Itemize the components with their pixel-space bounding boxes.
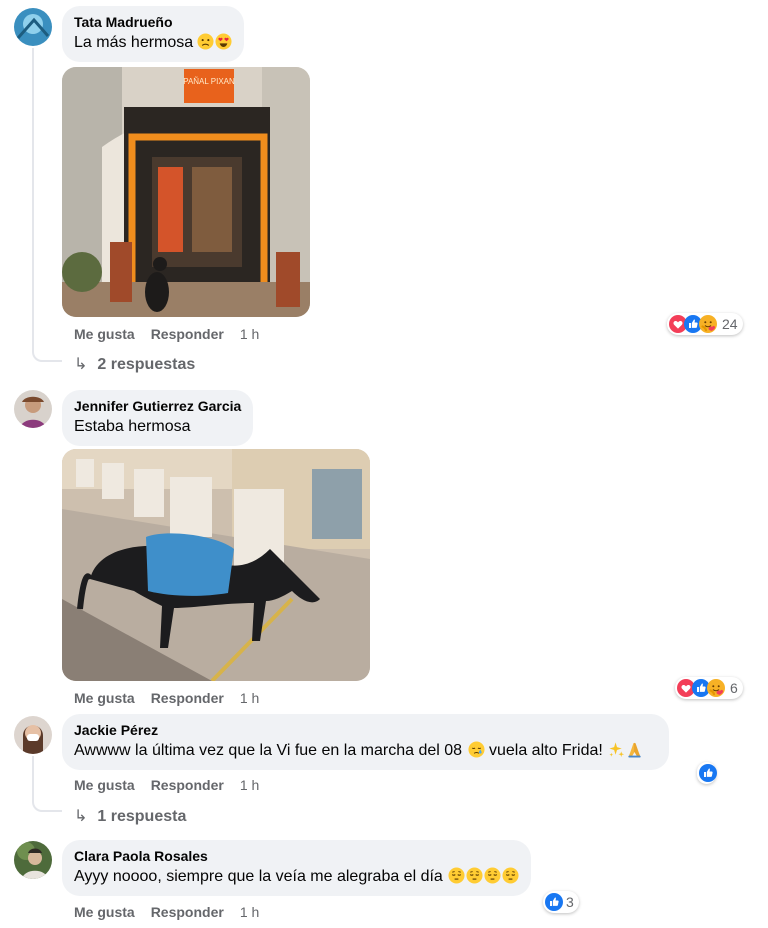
reply-link[interactable]: Responder xyxy=(151,904,224,920)
reaction-summary[interactable]: 24 xyxy=(667,313,743,335)
sign-text: PAÑAL PIXAN xyxy=(183,77,235,86)
like-reaction-icon xyxy=(545,893,563,911)
like-link[interactable]: Me gusta xyxy=(74,777,135,793)
comment-bubble: Jennifer Gutierrez Garcia Estaba hermosa xyxy=(62,390,254,446)
thread-curve xyxy=(32,348,62,362)
reply-link[interactable]: Responder xyxy=(151,326,224,342)
avatar-jackie-perez[interactable] xyxy=(14,716,52,754)
comment-author[interactable]: Jackie Pérez xyxy=(74,722,643,739)
comment-actions: Me gusta Responder 1 h xyxy=(74,777,275,794)
view-replies-button[interactable]: ↳ 1 respuesta xyxy=(74,806,186,826)
comment-text: Estaba hermosa xyxy=(74,418,191,435)
avatar-tata-madrueno[interactable] xyxy=(14,8,52,46)
comment-text: Ayyy noooo, siempre que la veía me alegr… xyxy=(74,867,519,887)
sad-face-icon xyxy=(197,33,214,50)
replies-label: 1 respuesta xyxy=(97,808,187,825)
reaction-count: 3 xyxy=(566,894,574,910)
comment-author[interactable]: Jennifer Gutierrez Garcia xyxy=(74,398,241,415)
reaction-count: 24 xyxy=(722,316,738,332)
reply-arrow-icon: ↳ xyxy=(74,356,88,373)
care-reaction-icon xyxy=(707,679,725,697)
pensive-face-icon xyxy=(502,867,519,884)
reply-link[interactable]: Responder xyxy=(151,690,224,706)
pensive-face-icon xyxy=(448,867,465,884)
replies-label: 2 respuestas xyxy=(97,356,196,373)
pensive-face-icon xyxy=(466,867,483,884)
thread-line xyxy=(32,48,34,348)
view-replies-button[interactable]: ↳ 2 respuestas xyxy=(74,354,195,374)
comment-text: Awwww la última vez que la Vi fue en la … xyxy=(74,741,643,761)
timestamp[interactable]: 1 h xyxy=(240,326,259,342)
timestamp[interactable]: 1 h xyxy=(240,904,259,920)
like-link[interactable]: Me gusta xyxy=(74,904,135,920)
reaction-summary[interactable] xyxy=(697,762,716,784)
heart-eyes-icon xyxy=(215,33,232,50)
crying-face-icon xyxy=(468,741,485,758)
folded-hands-icon xyxy=(626,741,643,758)
avatar-jennifer-gutierrez[interactable] xyxy=(14,390,52,428)
comment-actions: Me gusta Responder 1 h xyxy=(74,690,275,707)
pensive-face-icon xyxy=(484,867,501,884)
avatar-clara-paola-rosales[interactable] xyxy=(14,841,52,879)
reaction-count: 6 xyxy=(730,680,738,696)
like-link[interactable]: Me gusta xyxy=(74,690,135,706)
reaction-summary[interactable]: 6 xyxy=(675,677,743,699)
reaction-summary[interactable]: 3 xyxy=(543,891,579,913)
comment-bubble: Clara Paola Rosales Ayyy noooo, siempre … xyxy=(62,840,532,896)
comment-bubble: Tata Madrueño La más hermosa xyxy=(62,6,245,62)
like-link[interactable]: Me gusta xyxy=(74,326,135,342)
comment-author[interactable]: Tata Madrueño xyxy=(74,14,232,31)
comment-bubble: Jackie Pérez Awwww la última vez que la … xyxy=(62,714,670,770)
comment-actions: Me gusta Responder 1 h xyxy=(74,326,275,343)
timestamp[interactable]: 1 h xyxy=(240,690,259,706)
thread-line xyxy=(32,756,34,798)
comment-photo-dog[interactable] xyxy=(62,449,370,681)
reply-link[interactable]: Responder xyxy=(151,777,224,793)
comment-photo-altar[interactable]: PAÑAL PIXAN xyxy=(62,67,310,317)
sparkles-icon xyxy=(608,741,625,758)
reply-arrow-icon: ↳ xyxy=(74,808,88,825)
thread-curve xyxy=(32,798,62,812)
like-reaction-icon xyxy=(699,764,717,782)
comment-author[interactable]: Clara Paola Rosales xyxy=(74,848,519,865)
care-reaction-icon xyxy=(699,315,717,333)
comment-actions: Me gusta Responder 1 h xyxy=(74,904,275,921)
comment-text: La más hermosa xyxy=(74,33,232,53)
timestamp[interactable]: 1 h xyxy=(240,777,259,793)
